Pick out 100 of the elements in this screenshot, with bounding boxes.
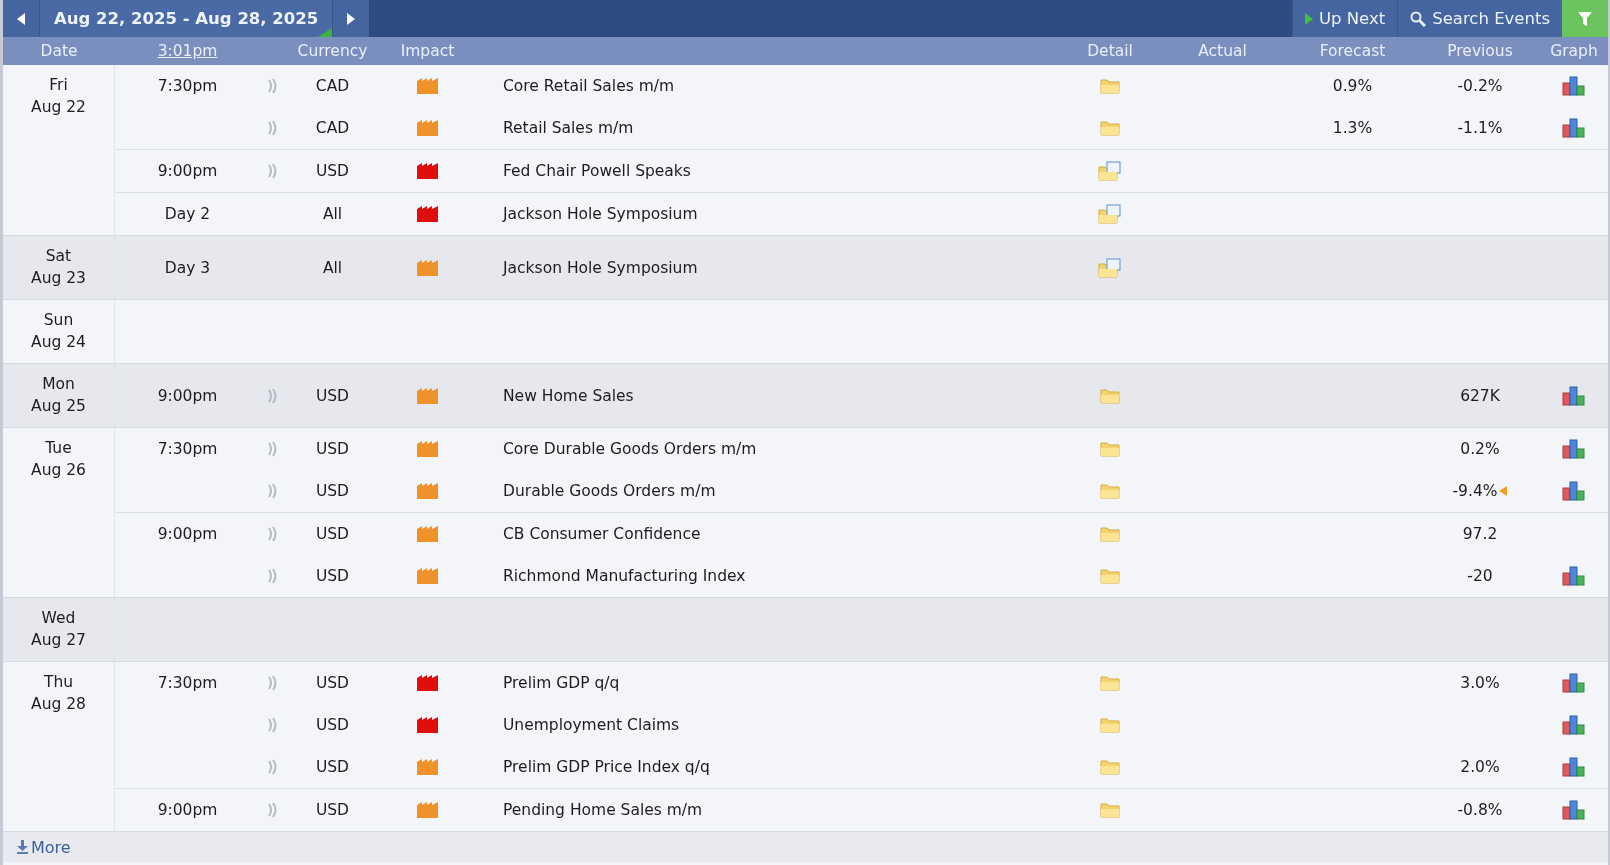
sound-icon[interactable] xyxy=(268,568,277,584)
next-week-button[interactable] xyxy=(333,0,370,37)
event-title[interactable]: Pending Home Sales m/m xyxy=(503,801,703,819)
search-icon xyxy=(1410,10,1427,27)
bar-chart-icon[interactable] xyxy=(1562,76,1586,96)
event-title[interactable]: Core Retail Sales m/m xyxy=(503,77,675,95)
bar-chart-icon[interactable] xyxy=(1562,673,1586,693)
sound-icon[interactable] xyxy=(268,120,277,136)
folder-document-icon[interactable] xyxy=(1098,257,1122,278)
folder-icon[interactable] xyxy=(1100,717,1120,733)
bar-chart-icon[interactable] xyxy=(1562,118,1586,138)
event-title[interactable]: Fed Chair Powell Speaks xyxy=(503,162,691,180)
event-title[interactable]: Unemployment Claims xyxy=(503,716,680,734)
weekday-label: Thu xyxy=(43,672,74,693)
event-title[interactable]: Durable Goods Orders m/m xyxy=(503,482,716,500)
previous-value: -1.1% xyxy=(1457,119,1503,137)
bar-chart-icon[interactable] xyxy=(1562,566,1586,586)
weekday-label: Sun xyxy=(43,310,74,331)
search-events-button[interactable]: Search Events xyxy=(1397,0,1562,37)
time-label: 7:30pm xyxy=(157,77,218,95)
event-title[interactable]: CB Consumer Confidence xyxy=(503,525,701,543)
date-label: Aug 24 xyxy=(31,332,86,353)
filter-button[interactable] xyxy=(1562,0,1608,37)
event-title[interactable]: Prelim GDP Price Index q/q xyxy=(503,758,710,776)
bar-chart-icon[interactable] xyxy=(1562,439,1586,459)
currency-label: USD xyxy=(315,440,350,458)
folder-document-icon[interactable] xyxy=(1098,204,1122,224)
forecast-value: 0.9% xyxy=(1332,77,1373,95)
time-label: 7:30pm xyxy=(157,674,218,692)
folder-icon[interactable] xyxy=(1100,526,1120,542)
play-icon xyxy=(1304,12,1313,25)
sound-icon[interactable] xyxy=(268,441,277,457)
event-title[interactable]: Jackson Hole Symposium xyxy=(503,205,698,223)
time-label: 9:00pm xyxy=(157,162,218,180)
bar-chart-icon[interactable] xyxy=(1562,385,1586,406)
folder-icon[interactable] xyxy=(1100,441,1120,457)
bar-chart-icon[interactable] xyxy=(1562,800,1586,820)
column-header: Detail xyxy=(1086,42,1134,60)
previous-week-button[interactable] xyxy=(3,0,39,37)
sound-icon[interactable] xyxy=(268,483,277,499)
time-label: Day 3 xyxy=(164,258,211,277)
previous-value: -9.4% xyxy=(1452,482,1498,500)
previous-value: 627K xyxy=(1460,386,1500,405)
weekday-label: Fri xyxy=(49,75,68,96)
previous-value: -0.8% xyxy=(1457,801,1503,819)
folder-icon[interactable] xyxy=(1100,568,1120,584)
folder-icon[interactable] xyxy=(1100,802,1120,818)
column-header: Actual xyxy=(1197,42,1248,60)
sound-icon[interactable] xyxy=(268,675,277,691)
previous-value: -0.2% xyxy=(1457,77,1503,95)
column-header: Currency xyxy=(296,42,369,60)
more-link[interactable]: More xyxy=(17,837,71,857)
sound-icon[interactable] xyxy=(268,78,277,94)
sound-icon[interactable] xyxy=(268,163,277,179)
event-title[interactable]: Prelim GDP q/q xyxy=(503,674,620,692)
caret-left-icon xyxy=(16,12,26,25)
currency-label: USD xyxy=(315,801,350,819)
previous-value: 3.0% xyxy=(1460,674,1500,692)
corner-marker-icon xyxy=(318,28,333,37)
currency-label: USD xyxy=(315,482,350,500)
date-label: Aug 23 xyxy=(31,268,86,289)
sound-icon[interactable] xyxy=(268,526,277,542)
previous-value: -20 xyxy=(1467,567,1493,585)
time-label: 9:00pm xyxy=(157,386,218,405)
folder-icon[interactable] xyxy=(1100,675,1120,691)
download-arrow-icon xyxy=(17,840,28,854)
up-next-button[interactable]: Up Next xyxy=(1291,0,1398,37)
folder-icon[interactable] xyxy=(1100,387,1120,404)
sound-icon[interactable] xyxy=(268,717,277,733)
bar-chart-icon[interactable] xyxy=(1562,715,1586,735)
folder-icon[interactable] xyxy=(1100,78,1120,94)
folder-document-icon[interactable] xyxy=(1098,161,1122,181)
currency-label: USD xyxy=(315,525,350,543)
caret-right-icon xyxy=(346,12,356,25)
date-label: Aug 25 xyxy=(31,396,86,417)
currency-label: USD xyxy=(315,674,350,692)
forecast-value: 1.3% xyxy=(1332,119,1373,137)
column-header: Date xyxy=(39,42,79,60)
sound-icon[interactable] xyxy=(268,387,277,404)
time-label: 7:30pm xyxy=(157,440,218,458)
folder-icon[interactable] xyxy=(1100,759,1120,775)
folder-icon[interactable] xyxy=(1100,483,1120,499)
sound-icon[interactable] xyxy=(268,759,277,775)
previous-value: 97.2 xyxy=(1462,525,1498,543)
event-title[interactable]: New Home Sales xyxy=(503,386,634,405)
bar-chart-icon[interactable] xyxy=(1562,757,1586,777)
date-label: Aug 22 xyxy=(31,97,86,118)
folder-icon[interactable] xyxy=(1100,120,1120,136)
event-title[interactable]: Core Durable Goods Orders m/m xyxy=(503,440,757,458)
bar-chart-icon[interactable] xyxy=(1562,481,1586,501)
date-range-button[interactable]: Aug 22, 2025 - Aug 28, 2025 xyxy=(39,0,334,37)
event-title[interactable]: Retail Sales m/m xyxy=(503,119,634,137)
sound-icon[interactable] xyxy=(268,802,277,818)
filter-icon xyxy=(1578,11,1592,26)
previous-value: 2.0% xyxy=(1460,758,1500,776)
event-title[interactable]: Richmond Manufacturing Index xyxy=(503,567,746,585)
time-label: 9:00pm xyxy=(157,801,218,819)
weekday-label: Wed xyxy=(41,608,76,629)
event-title[interactable]: Jackson Hole Symposium xyxy=(503,258,698,277)
currency-label: CAD xyxy=(315,77,350,95)
